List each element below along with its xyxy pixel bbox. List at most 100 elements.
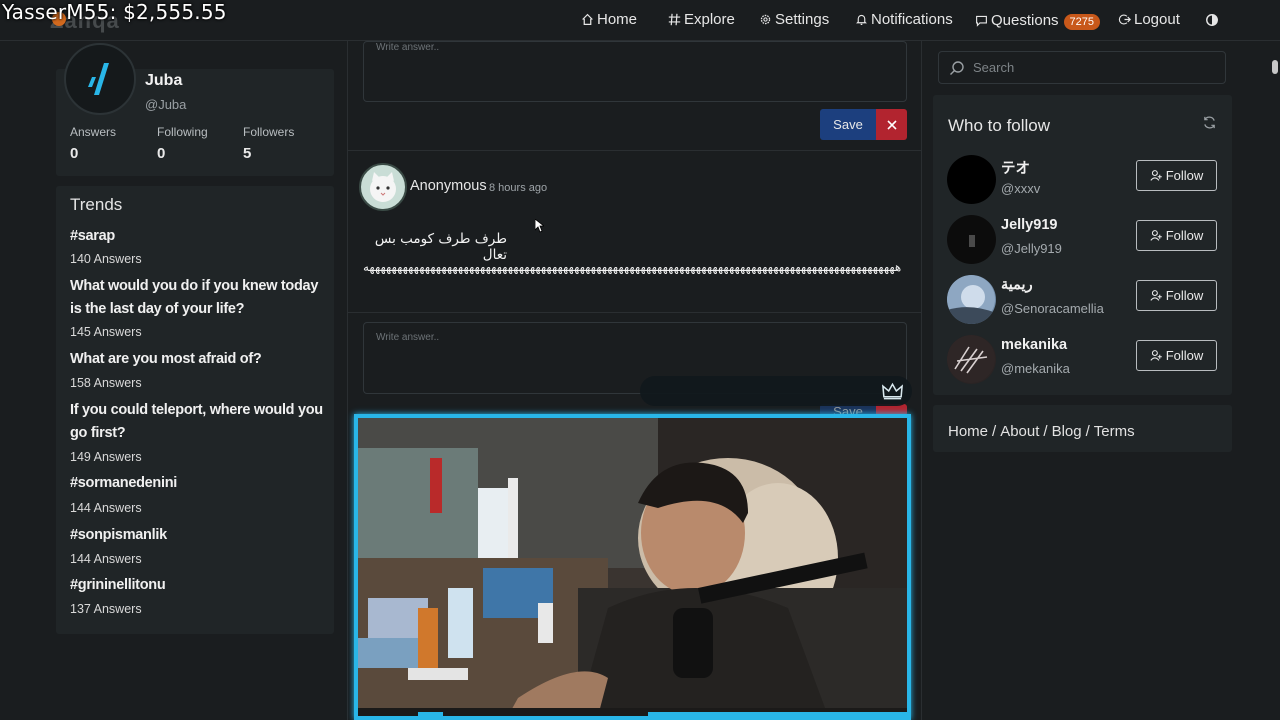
profile-logo-icon — [88, 63, 109, 95]
trend-item-title[interactable]: What would you do if you knew today is t… — [70, 275, 325, 321]
trend-item-title[interactable]: #grininellitonu — [70, 574, 325, 597]
anonymous-avatar — [359, 163, 407, 211]
user-name[interactable]: mekanika — [1001, 337, 1067, 353]
search-input[interactable] — [973, 60, 1203, 75]
user-plus-icon — [1150, 170, 1162, 181]
nav-notifications[interactable]: Notifications — [855, 11, 953, 28]
post-author: Anonymous — [410, 178, 487, 194]
stat-answers-label: Answers — [70, 125, 117, 139]
avatar-image — [947, 275, 996, 324]
follow-button[interactable]: Follow — [1136, 160, 1217, 191]
user-name[interactable]: Jelly919 — [1001, 217, 1057, 233]
stat-following-label: Following — [157, 125, 208, 139]
home-icon — [582, 13, 593, 25]
trend-item-title[interactable]: #sonpismanlik — [70, 524, 325, 547]
footer-separator: / — [992, 423, 997, 440]
cancel-answer-button[interactable] — [876, 109, 907, 140]
user-handle: @Jelly919 — [1001, 241, 1062, 256]
user-avatar[interactable] — [947, 215, 996, 264]
logout-icon — [1118, 14, 1131, 25]
post-divider — [348, 312, 921, 313]
follow-button-label: Follow — [1165, 348, 1204, 363]
user-avatar[interactable] — [947, 275, 996, 324]
follow-button[interactable]: Follow — [1136, 220, 1217, 251]
stat-answers-value: 0 — [70, 145, 79, 162]
nav-home[interactable]: Home — [581, 11, 637, 28]
bell-icon — [856, 14, 867, 25]
trend-item-count: 149 Answers — [70, 450, 142, 464]
trend-item-title[interactable]: #sormanedenini — [70, 472, 325, 495]
trend-item-count: 158 Answers — [70, 376, 142, 390]
close-icon — [886, 119, 897, 130]
trend-item-count: 144 Answers — [70, 501, 142, 515]
user-handle: @Senoracamellia — [1001, 301, 1104, 316]
post-answer: هههههههههههههههههههههههههههههههههههههههه… — [363, 260, 903, 274]
avatar-image — [947, 335, 995, 383]
follow-button-label: Follow — [1165, 288, 1204, 303]
footer-links: Home / About / Blog / Terms — [948, 423, 1135, 440]
user-name[interactable]: テオ — [1001, 157, 1030, 178]
cat-avatar-icon — [370, 172, 396, 202]
trend-item-count: 140 Answers — [70, 252, 142, 266]
gear-icon — [760, 14, 771, 25]
search-box[interactable] — [938, 51, 1226, 84]
crown-icon[interactable] — [881, 381, 904, 401]
refresh-icon[interactable] — [1202, 115, 1217, 130]
answer-input-box[interactable] — [363, 41, 907, 102]
avatar-image — [969, 235, 975, 247]
follow-button[interactable]: Follow — [1136, 280, 1217, 311]
who-to-follow-title: Who to follow — [948, 116, 1051, 135]
footer-home-link[interactable]: Home — [948, 423, 988, 440]
trend-item-title[interactable]: If you could teleport, where would you g… — [70, 399, 325, 445]
user-avatar[interactable] — [947, 155, 996, 204]
profile-handle: @Juba — [145, 97, 187, 112]
profile-avatar[interactable] — [64, 43, 136, 115]
user-plus-icon — [1150, 350, 1162, 361]
trends-title: Trends — [70, 195, 123, 214]
search-icon — [950, 60, 964, 75]
footer-blog-link[interactable]: Blog — [1052, 423, 1082, 440]
trend-item-count: 145 Answers — [70, 325, 142, 339]
footer-separator: / — [1085, 423, 1090, 440]
page-scrollbar[interactable] — [1271, 41, 1280, 720]
nav-explore-label: Explore — [684, 11, 735, 28]
trend-item-title[interactable]: #sarap — [70, 225, 325, 248]
floating-overlay-bar — [640, 376, 912, 406]
questions-count-badge: 7275 — [1063, 14, 1101, 30]
nav-settings-label: Settings — [775, 11, 830, 28]
answer-textarea[interactable] — [364, 42, 906, 101]
nav-notifications-label: Notifications — [871, 11, 953, 28]
nav-questions[interactable]: Questions 7275 — [975, 11, 1101, 30]
user-handle: @mekanika — [1001, 361, 1070, 376]
footer-terms-link[interactable]: Terms — [1094, 423, 1135, 440]
nav-home-label: Home — [597, 11, 638, 28]
follow-button[interactable]: Follow — [1136, 340, 1217, 371]
post-divider — [348, 150, 921, 151]
user-name[interactable]: ريمية — [1001, 277, 1033, 293]
follow-button-label: Follow — [1165, 168, 1204, 183]
user-avatar[interactable] — [947, 335, 996, 384]
trend-item-count: 144 Answers — [70, 552, 142, 566]
theme-toggle-icon[interactable] — [1205, 13, 1219, 27]
nav-explore[interactable]: Explore — [668, 11, 735, 28]
profile-name[interactable]: Juba — [145, 72, 182, 90]
stat-following-value: 0 — [157, 145, 166, 162]
stat-followers-value: 5 — [243, 145, 252, 162]
nav-questions-label: Questions — [991, 12, 1059, 29]
trend-item-count: 137 Answers — [70, 602, 142, 616]
mouse-cursor-icon — [535, 219, 544, 233]
streamer-camera-feed — [358, 418, 907, 716]
scrollbar-thumb[interactable] — [1272, 60, 1278, 74]
footer-separator: / — [1043, 423, 1048, 440]
nav-logout-label: Logout — [1134, 11, 1180, 28]
stream-donation-overlay: YasserM55: $2,555.55 — [2, 0, 227, 24]
stat-followers-label: Followers — [243, 125, 295, 139]
post-timestamp: 8 hours ago — [489, 182, 548, 194]
footer-about-link[interactable]: About — [1000, 423, 1039, 440]
hash-icon — [668, 13, 681, 26]
nav-settings[interactable]: Settings — [759, 11, 829, 28]
chat-icon — [976, 15, 987, 27]
nav-logout[interactable]: Logout — [1118, 11, 1180, 28]
trend-item-title[interactable]: What are you most afraid of? — [70, 348, 325, 371]
save-answer-button[interactable]: Save — [820, 109, 876, 140]
